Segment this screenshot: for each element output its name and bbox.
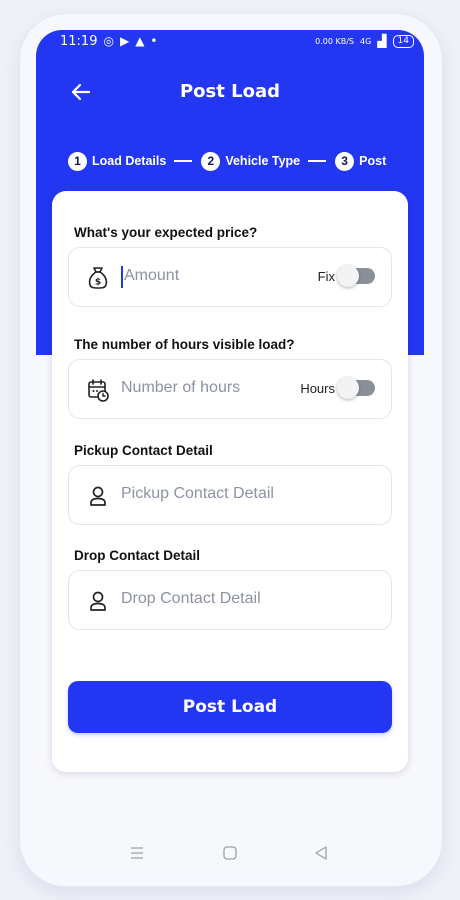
app-screen: 11:19 ◎ ▶ ▲ • 0.00 KB/S 4G ▟ 14 Post Loa…	[36, 30, 424, 870]
post-load-button[interactable]: Post Load	[68, 681, 392, 733]
toggle-switch[interactable]	[337, 265, 375, 287]
text-cursor	[121, 266, 123, 288]
toggle-knob	[337, 377, 359, 399]
pickup-label: Pickup Contact Detail	[74, 443, 213, 458]
menu-icon[interactable]	[128, 844, 146, 862]
toggle-label: Fix	[317, 268, 335, 284]
price-input[interactable]: $ Amount Fix	[68, 247, 392, 307]
status-bar: 11:19 ◎ ▶ ▲ • 0.00 KB/S 4G ▟ 14	[36, 30, 424, 52]
toggle-label: Hours	[300, 380, 335, 396]
hours-toggle[interactable]: Hours	[300, 377, 375, 399]
user-icon	[90, 591, 106, 611]
step-post: 3 Post	[335, 151, 387, 171]
money-bag-icon: $	[88, 267, 108, 289]
hours-label: The number of hours visible load?	[74, 337, 295, 352]
drop-placeholder: Drop Contact Detail	[121, 590, 261, 607]
step-number: 3	[335, 151, 355, 171]
drop-label: Drop Contact Detail	[74, 548, 201, 563]
step-load-details: 1 Load Details	[68, 151, 167, 171]
step-number: 2	[201, 151, 221, 171]
network-speed: 0.00 KB/S	[315, 36, 355, 46]
step-label: Vehicle Type	[225, 154, 301, 168]
step-connector	[174, 160, 193, 162]
top-app-bar: Post Load	[36, 74, 424, 110]
whatsapp-icon: ◎	[103, 34, 114, 48]
step-label: Load Details	[92, 154, 167, 168]
step-label: Post	[359, 154, 387, 168]
step-number: 1	[68, 151, 87, 171]
home-square-icon[interactable]	[221, 844, 239, 862]
page-title: Post Load	[179, 81, 280, 102]
signal-icon: ▟	[377, 34, 387, 48]
app-notification-icon: ▲	[135, 34, 145, 48]
status-time: 11:19	[60, 33, 98, 49]
notification-icon: •	[150, 34, 158, 48]
progress-stepper: 1 Load Details 2 Vehicle Type 3 Post	[68, 150, 386, 172]
battery-indicator: 14	[392, 34, 414, 48]
system-navigation-bar	[36, 838, 424, 868]
price-label: What's your expected price?	[74, 225, 258, 240]
toggle-knob	[337, 265, 359, 287]
hours-placeholder: Number of hours	[121, 379, 241, 396]
post-load-form: What's your expected price? $ Amount Fix…	[52, 191, 408, 772]
price-placeholder: Amount	[124, 267, 180, 284]
network-type: 4G	[360, 36, 372, 46]
calendar-clock-icon	[88, 379, 109, 402]
pickup-contact-input[interactable]: Pickup Contact Detail	[68, 465, 392, 525]
toggle-switch[interactable]	[337, 377, 375, 399]
back-triangle-icon[interactable]	[312, 844, 330, 862]
youtube-icon: ▶	[119, 34, 130, 48]
drop-contact-input[interactable]: Drop Contact Detail	[68, 570, 392, 630]
svg-text:$: $	[95, 278, 101, 288]
pickup-placeholder: Pickup Contact Detail	[121, 485, 274, 502]
user-icon	[90, 486, 106, 506]
fix-price-toggle[interactable]: Fix	[317, 265, 375, 287]
step-connector	[308, 160, 327, 162]
step-vehicle-type: 2 Vehicle Type	[201, 151, 301, 171]
hours-input[interactable]: Number of hours Hours	[68, 359, 392, 419]
